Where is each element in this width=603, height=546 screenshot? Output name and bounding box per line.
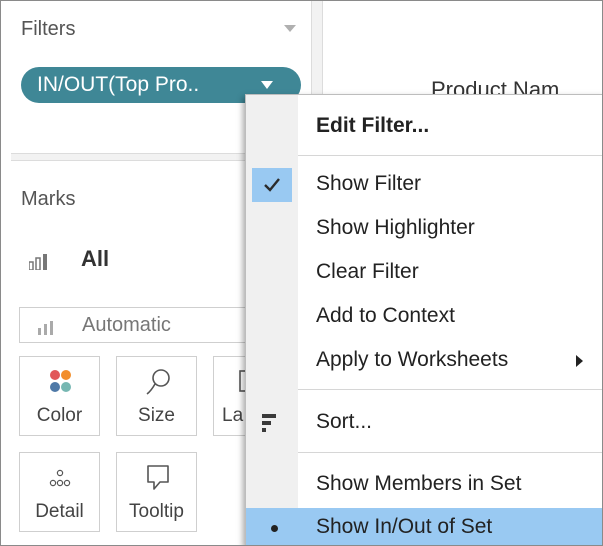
detail-dots-icon [49, 469, 71, 487]
submenu-arrow-icon [576, 355, 583, 367]
color-card-label: Color [36, 405, 83, 426]
menu-item-show-members-in-set[interactable]: Show Members in Set [246, 465, 602, 505]
menu-item-add-to-context[interactable]: Add to Context [246, 297, 602, 337]
menu-item-apply-to-worksheets[interactable]: Apply to Worksheets [246, 341, 602, 381]
menu-item-show-highlighter[interactable]: Show Highlighter [246, 209, 602, 249]
mark-type-value: Automatic [82, 314, 171, 336]
tooltip-bubble-icon [147, 465, 169, 490]
mark-type-dropdown[interactable]: Automatic [19, 307, 269, 343]
menu-separator [298, 155, 602, 156]
menu-item-label: Apply to Worksheets [316, 348, 509, 371]
menu-item-sort[interactable]: Sort... [246, 403, 602, 443]
tableau-window: Filters IN/OUT(Top Pro.. Marks All Autom… [0, 0, 603, 546]
menu-item-label: Show In/Out of Set [316, 515, 493, 538]
filters-menu-caret-icon[interactable] [284, 25, 296, 32]
radio-bullet-icon [271, 525, 278, 532]
menu-item-label: Sort... [316, 410, 373, 433]
bar-chart-icon [29, 254, 47, 270]
marks-all-label: All [81, 246, 110, 271]
sort-icon [262, 414, 276, 432]
color-dots-icon [50, 370, 71, 392]
menu-item-show-in-out-of-set[interactable]: Show In/Out of Set [246, 508, 602, 545]
menu-item-label: Show Members in Set [316, 472, 522, 495]
menu-item-label: Edit Filter... [316, 114, 430, 137]
size-card-label: Size [138, 405, 175, 426]
menu-item-label: Add to Context [316, 304, 455, 327]
tooltip-card-label: Tooltip [129, 501, 184, 522]
checkmark-highlight [252, 168, 292, 202]
color-card[interactable]: Color [19, 356, 100, 436]
filters-title: Filters [21, 18, 76, 40]
menu-item-clear-filter[interactable]: Clear Filter [246, 253, 602, 293]
filter-context-menu: Edit Filter... Show Filter Show Highligh… [245, 94, 602, 545]
menu-separator [298, 389, 602, 390]
tooltip-card[interactable]: Tooltip [116, 452, 197, 532]
filter-pill-label: IN/OUT(Top Pro.. [37, 73, 200, 96]
menu-item-label: Show Highlighter [316, 216, 475, 239]
menu-item-edit-filter[interactable]: Edit Filter... [246, 107, 602, 147]
marks-title: Marks [21, 188, 76, 210]
chevron-down-icon[interactable] [261, 81, 273, 89]
checkmark-icon [264, 178, 280, 192]
menu-item-label: Clear Filter [316, 260, 419, 283]
size-card[interactable]: Size [116, 356, 197, 436]
menu-item-label: Show Filter [316, 172, 422, 195]
detail-card-label: Detail [35, 501, 84, 522]
bar-chart-icon [38, 321, 53, 335]
menu-separator [298, 452, 602, 453]
detail-card[interactable]: Detail [19, 452, 100, 532]
menu-item-show-filter[interactable]: Show Filter [246, 165, 602, 205]
size-lasso-icon [146, 369, 170, 395]
